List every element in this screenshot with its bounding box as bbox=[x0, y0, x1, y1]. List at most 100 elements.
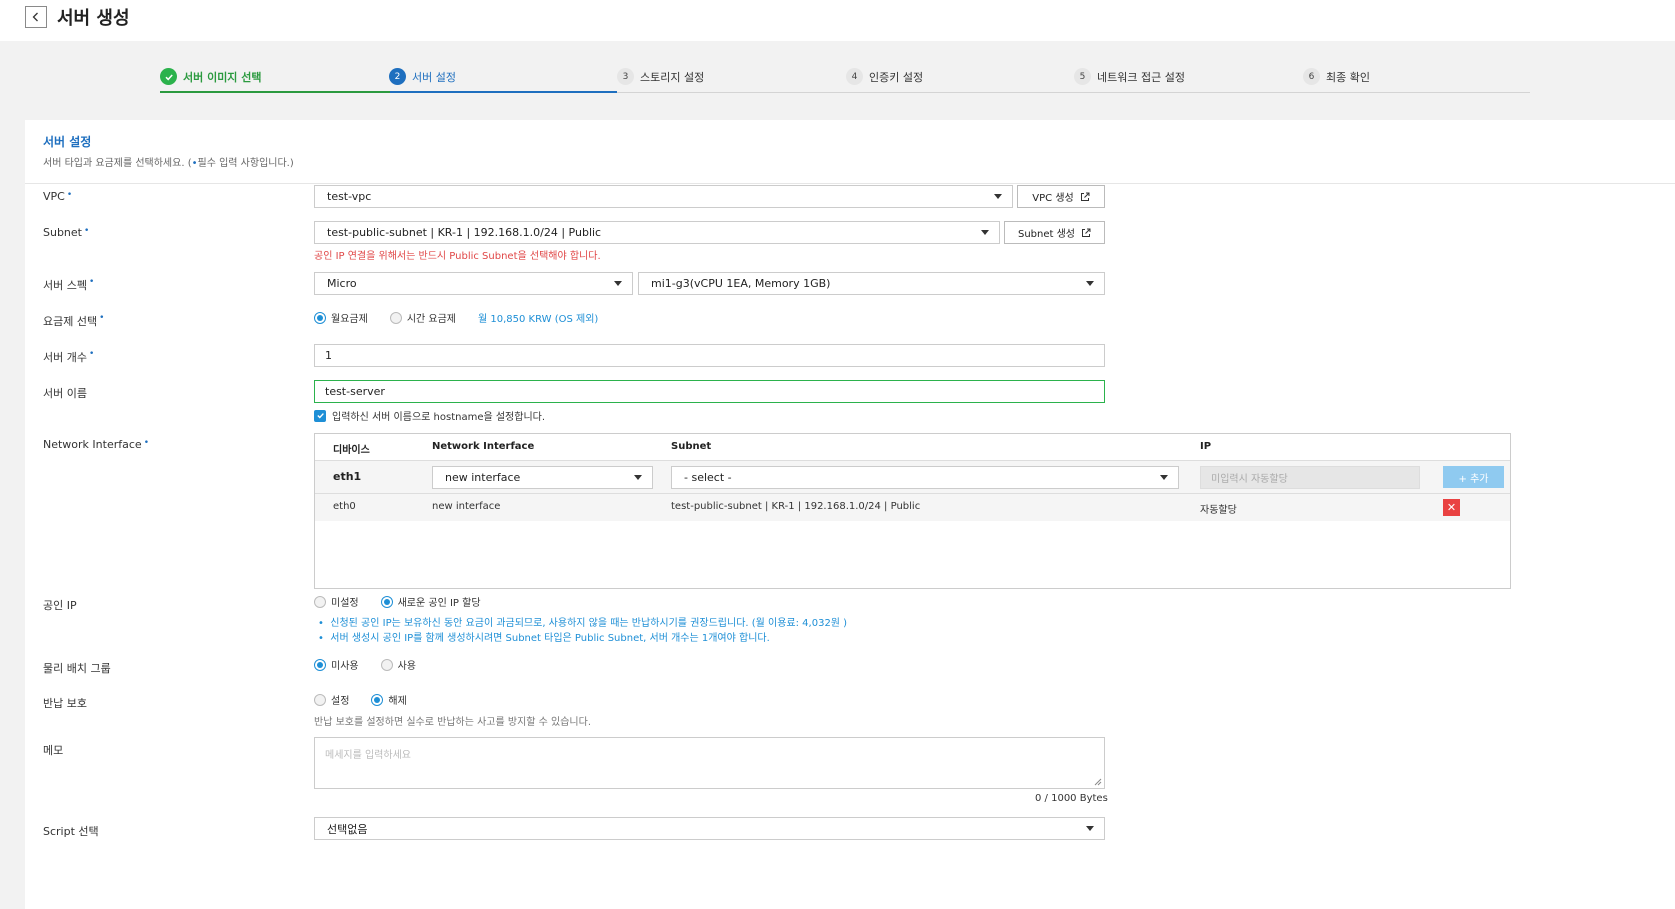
name-label: 서버 이름 bbox=[43, 387, 87, 400]
billing-monthly-radio[interactable]: 월요금제 bbox=[314, 310, 368, 325]
steps-progress-current bbox=[390, 91, 617, 93]
interface-subnet-select[interactable]: - select - bbox=[671, 466, 1179, 489]
step-auth-key[interactable]: 4 인증키 설정 bbox=[846, 68, 923, 85]
spec-label: 서버 스펙 • bbox=[43, 277, 95, 292]
step-number: 4 bbox=[846, 68, 863, 85]
step-label: 서버 설정 bbox=[412, 70, 456, 84]
device-name: eth1 bbox=[333, 470, 362, 483]
caret-down-icon bbox=[614, 281, 622, 286]
step-server-image[interactable]: 서버 이미지 선택 bbox=[160, 68, 262, 85]
row-device: eth0 bbox=[333, 501, 356, 512]
public-ip-new-radio[interactable]: 새로운 공인 IP 할당 bbox=[380, 594, 481, 609]
hostname-checkbox-row[interactable]: 입력하신 서버 이름으로 hostname을 설정합니다. bbox=[314, 408, 545, 423]
top-bar: 서버 생성 bbox=[0, 0, 1675, 41]
check-icon bbox=[160, 68, 177, 85]
memo-counter: 0 / 1000 Bytes bbox=[1035, 793, 1108, 804]
public-ip-note-1: • 신청된 공인 IP는 보유하신 동안 요금이 과금되므로, 사용하지 않을 … bbox=[318, 618, 848, 629]
caret-down-icon bbox=[634, 475, 642, 480]
subnet-label: Subnet • bbox=[43, 226, 90, 239]
delete-interface-button[interactable]: ✕ bbox=[1443, 499, 1460, 516]
panel-header: 서버 설정 서버 타입과 요금제를 선택하세요. (•필수 입력 사항입니다.) bbox=[25, 120, 1675, 184]
placement-on-radio[interactable]: 사용 bbox=[380, 657, 416, 672]
step-label: 스토리지 설정 bbox=[640, 70, 705, 84]
spec-detail-select[interactable]: mi1-g3(vCPU 1EA, Memory 1GB) bbox=[638, 272, 1105, 295]
step-number: 5 bbox=[1074, 68, 1091, 85]
count-label: 서버 개수 • bbox=[43, 349, 95, 364]
public-ip-label: 공인 IP bbox=[43, 599, 77, 612]
back-button[interactable] bbox=[25, 6, 47, 28]
server-count-input[interactable]: 1 bbox=[314, 344, 1105, 367]
network-interface-table: 디바이스 Network Interface Subnet IP eth1 ne… bbox=[314, 433, 1511, 589]
placement-off-radio[interactable]: 미사용 bbox=[314, 657, 359, 672]
step-label: 네트워크 접근 설정 bbox=[1097, 70, 1185, 84]
spec-type-select[interactable]: Micro bbox=[314, 272, 633, 295]
memo-placeholder: 메세지를 입력하세요 bbox=[325, 750, 411, 761]
table-header: 디바이스 Network Interface Subnet IP bbox=[315, 434, 1510, 461]
section-title: 서버 설정 bbox=[43, 135, 92, 149]
table-row: eth0 new interface test-public-subnet | … bbox=[315, 494, 1510, 521]
step-storage[interactable]: 3 스토리지 설정 bbox=[617, 68, 704, 85]
public-ip-note-2: • 서버 생성시 공인 IP를 함께 생성하시려면 Subnet 타입은 Pub… bbox=[318, 633, 770, 644]
col-subnet: Subnet bbox=[671, 441, 712, 452]
step-label: 인증키 설정 bbox=[869, 70, 924, 84]
row-ip: 자동할당 bbox=[1200, 505, 1237, 516]
placement-options: 미사용 사용 bbox=[314, 657, 430, 672]
external-link-icon bbox=[1080, 192, 1090, 201]
row-subnet: test-public-subnet | KR-1 | 192.168.1.0/… bbox=[671, 501, 921, 512]
subnet-warning: 공인 IP 연결을 위해서는 반드시 Public Subnet을 선택해야 합… bbox=[314, 251, 601, 262]
server-name-input[interactable]: test-server bbox=[314, 380, 1105, 403]
ip-input: 미입력시 자동할당 bbox=[1200, 466, 1420, 489]
protection-label: 반납 보호 bbox=[43, 697, 87, 710]
memo-textarea[interactable]: 메세지를 입력하세요 bbox=[314, 737, 1105, 789]
public-ip-none-radio[interactable]: 미설정 bbox=[314, 594, 359, 609]
step-label: 최종 확인 bbox=[1326, 70, 1370, 84]
resize-handle-icon[interactable] bbox=[1094, 778, 1102, 786]
public-ip-options: 미설정 새로운 공인 IP 할당 bbox=[314, 594, 495, 609]
table-edit-row: eth1 new interface - select - 미입력시 자동할당 … bbox=[315, 461, 1510, 494]
page-title: 서버 생성 bbox=[57, 8, 130, 29]
create-subnet-button[interactable]: Subnet 생성 bbox=[1004, 221, 1105, 244]
back-arrow-icon bbox=[32, 12, 38, 22]
protection-off-radio[interactable]: 해제 bbox=[371, 692, 407, 707]
step-number: 6 bbox=[1303, 68, 1320, 85]
vpc-label: VPC • bbox=[43, 190, 73, 203]
hostname-checkbox-label: 입력하신 서버 이름으로 hostname을 설정합니다. bbox=[332, 412, 546, 423]
add-interface-button[interactable]: + 추가 bbox=[1443, 466, 1504, 488]
step-server-settings[interactable]: 2 서버 설정 bbox=[389, 68, 456, 85]
script-label: Script 선택 bbox=[43, 825, 99, 838]
create-vpc-button[interactable]: VPC 생성 bbox=[1017, 185, 1105, 208]
step-network-access[interactable]: 5 네트워크 접근 설정 bbox=[1074, 68, 1185, 85]
row-interface: new interface bbox=[432, 501, 501, 512]
subnet-select[interactable]: test-public-subnet | KR-1 | 192.168.1.0/… bbox=[314, 221, 1000, 244]
protection-options: 설정 해제 bbox=[314, 692, 421, 707]
protection-hint: 반납 보호를 설정하면 실수로 반납하는 사고를 방지할 수 있습니다. bbox=[314, 717, 592, 728]
section-description: 서버 타입과 요금제를 선택하세요. (•필수 입력 사항입니다.) bbox=[43, 158, 294, 169]
interface-select[interactable]: new interface bbox=[432, 466, 653, 489]
step-number: 2 bbox=[389, 68, 406, 85]
billing-options: 월요금제 시간 요금제 월 10,850 KRW (OS 제외) bbox=[314, 310, 598, 325]
protection-on-radio[interactable]: 설정 bbox=[314, 692, 349, 707]
col-interface: Network Interface bbox=[432, 441, 535, 452]
billing-hourly-radio[interactable]: 시간 요금제 bbox=[389, 310, 456, 325]
billing-price: 월 10,850 KRW (OS 제외) bbox=[478, 314, 599, 325]
check-icon bbox=[316, 413, 324, 419]
external-link-icon bbox=[1082, 228, 1091, 237]
step-final-review[interactable]: 6 최종 확인 bbox=[1303, 68, 1370, 85]
caret-down-icon bbox=[981, 230, 989, 235]
step-label: 서버 이미지 선택 bbox=[183, 70, 262, 84]
hostname-checkbox[interactable] bbox=[314, 409, 326, 422]
caret-down-icon bbox=[1086, 281, 1094, 286]
billing-label: 요금제 선택 • bbox=[43, 313, 105, 328]
caret-down-icon bbox=[1086, 826, 1094, 831]
vpc-select[interactable]: test-vpc bbox=[314, 185, 1013, 208]
network-interface-label: Network Interface • bbox=[43, 438, 149, 451]
col-device: 디바이스 bbox=[333, 445, 370, 456]
memo-label: 메모 bbox=[43, 744, 64, 757]
script-select[interactable]: 선택없음 bbox=[314, 817, 1105, 840]
server-settings-panel: 서버 설정 서버 타입과 요금제를 선택하세요. (•필수 입력 사항입니다.)… bbox=[25, 120, 1675, 909]
step-indicator: 서버 이미지 선택 2 서버 설정 3 스토리지 설정 4 인증키 설정 5 네… bbox=[160, 65, 1530, 93]
col-ip: IP bbox=[1200, 441, 1212, 452]
step-number: 3 bbox=[617, 68, 634, 85]
caret-down-icon bbox=[994, 194, 1002, 199]
placement-label: 물리 배치 그룹 bbox=[43, 662, 111, 675]
